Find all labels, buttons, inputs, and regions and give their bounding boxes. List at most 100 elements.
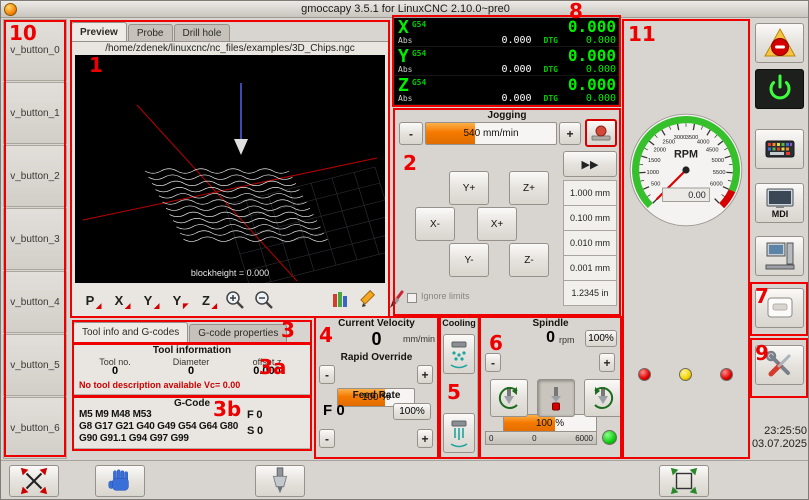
- power-icon: [763, 72, 797, 106]
- flood-coolant-button[interactable]: [443, 413, 475, 453]
- dro-axis-z[interactable]: ZG540.000 Abs0.000DTG0.000: [393, 76, 621, 105]
- machine-setup-button[interactable]: [755, 236, 804, 276]
- jog-rapid-button[interactable]: ▶▶: [563, 151, 617, 177]
- rapid-plus-button[interactable]: +: [417, 365, 433, 384]
- spindle-stop-button[interactable]: [537, 379, 575, 417]
- svg-text:6000: 6000: [710, 181, 723, 187]
- jog-z-minus-button[interactable]: Z-: [509, 243, 549, 277]
- feed-rate-title: Feed Rate: [315, 390, 438, 401]
- velocity-unit-label: mm/min: [393, 334, 435, 344]
- rapid-minus-button[interactable]: -: [319, 365, 335, 384]
- hand-icon: [105, 466, 135, 496]
- cooling-title: Cooling: [438, 318, 480, 328]
- spindle-at-speed-led: [602, 430, 617, 445]
- dro-axis-y[interactable]: YG540.000 Abs0.000DTG0.000: [393, 47, 621, 76]
- v-button-2[interactable]: v_button_2: [3, 145, 67, 207]
- dro-axis-x[interactable]: XG540.000 Abs0.000DTG0.000: [393, 18, 621, 47]
- spindle-percent-button[interactable]: 100%: [585, 330, 617, 347]
- settings-tools-button[interactable]: [755, 345, 804, 385]
- blockheight-label: blockheight = 0.000: [191, 268, 269, 278]
- v-button-6[interactable]: v_button_6: [3, 397, 67, 459]
- jog-y-plus-button[interactable]: Y+: [449, 171, 489, 205]
- view-perspective-button[interactable]: P◢: [77, 287, 103, 313]
- v-button-0[interactable]: v_button_0: [3, 19, 67, 81]
- svg-text:4500: 4500: [706, 147, 719, 153]
- spindle-ccw-button[interactable]: [490, 379, 528, 417]
- jog-increment-4[interactable]: 1.2345 in: [563, 280, 617, 306]
- view-arrow-icon: ◢: [125, 302, 130, 310]
- title-bar[interactable]: gmoccapy 3.5.1 for LinuxCNC 2.10.0~pre0: [1, 1, 809, 18]
- mist-coolant-icon: [448, 339, 470, 369]
- feed-minus-button[interactable]: -: [319, 429, 335, 448]
- gauge-rpm-label: RPM: [674, 148, 698, 160]
- gcode-line-1: G8 G17 G21 G40 G49 G54 G64 G80: [79, 421, 238, 432]
- tool-holder-button[interactable]: [255, 465, 305, 497]
- tab-drill-hole[interactable]: Drill hole: [174, 24, 231, 42]
- ignore-limits-checkbox[interactable]: [407, 293, 417, 303]
- spindle-override-value: 100 %: [504, 415, 596, 432]
- zoom-in-button[interactable]: [222, 287, 248, 313]
- view-y-button[interactable]: Y◢: [135, 287, 161, 313]
- mdi-button[interactable]: MDI: [755, 183, 804, 223]
- svg-text:5000: 5000: [711, 158, 724, 164]
- svg-text:5500: 5500: [713, 170, 726, 176]
- mist-coolant-button[interactable]: [443, 334, 475, 374]
- jog-z-plus-button[interactable]: Z+: [509, 171, 549, 205]
- jog-speed-plus-button[interactable]: +: [559, 122, 581, 145]
- zoom-out-button[interactable]: [251, 287, 277, 313]
- v-button-5[interactable]: v_button_5: [3, 334, 67, 396]
- jog-increment-1[interactable]: 0.100 mm: [563, 205, 617, 231]
- view-z-button[interactable]: Z◢: [193, 287, 219, 313]
- zoom-in-icon: [224, 289, 246, 311]
- axis-move-button[interactable]: [9, 465, 59, 497]
- spindle-minus-button[interactable]: -: [485, 353, 501, 372]
- tab-preview[interactable]: Preview: [71, 22, 127, 42]
- feed-percent-button[interactable]: 100%: [393, 403, 431, 420]
- rpm-gauge: 5001000150020002500300035004000450050005…: [623, 107, 749, 233]
- jog-speed-toggle-button[interactable]: [585, 119, 617, 147]
- tab-tool-info[interactable]: Tool info and G-codes: [73, 322, 188, 342]
- v-button-4[interactable]: v_button_4: [3, 271, 67, 333]
- tool-info-title: Tool information: [73, 345, 311, 356]
- view-x-button[interactable]: X◢: [106, 287, 132, 313]
- jog-speed-minus-button[interactable]: -: [399, 122, 423, 145]
- status-led-middle: [679, 368, 692, 381]
- spindle-cw-button[interactable]: [584, 379, 622, 417]
- fullscreen-button[interactable]: [659, 465, 709, 497]
- jog-y-minus-button[interactable]: Y-: [449, 243, 489, 277]
- power-button[interactable]: [755, 69, 804, 109]
- manual-hand-button[interactable]: [95, 465, 145, 497]
- dimensions-button[interactable]: [356, 287, 382, 313]
- clear-plot-button[interactable]: [327, 287, 353, 313]
- tab-probe[interactable]: Probe: [128, 24, 173, 42]
- jog-x-plus-button[interactable]: X+: [477, 207, 517, 241]
- tool-panel-button[interactable]: [755, 288, 804, 328]
- spindle-plus-button[interactable]: +: [599, 353, 615, 372]
- tab-gcode-properties[interactable]: G-code properties: [189, 324, 287, 342]
- tool-notebook-tabbar: Tool info and G-codes G-code properties: [73, 322, 287, 342]
- jog-speed-slider[interactable]: 540 mm/min: [425, 122, 557, 145]
- jog-x-minus-button[interactable]: X-: [415, 207, 455, 241]
- spindle-rpm-unit: rpm: [559, 335, 575, 345]
- emergency-stop-button[interactable]: [755, 23, 804, 63]
- gcode-file-path: /home/zdenek/linuxcnc/nc_files/examples/…: [73, 43, 387, 54]
- gcode-feed-label: F 0: [247, 409, 262, 421]
- view-y2-button[interactable]: Y◤: [164, 287, 190, 313]
- gcode-speed-label: S 0: [247, 425, 263, 437]
- preview-canvas[interactable]: blockheight = 0.000: [75, 55, 385, 283]
- keyboard-icon: [763, 132, 797, 166]
- tool-panel-icon: [763, 291, 797, 325]
- preview-tabbar: Preview Probe Drill hole: [71, 22, 230, 42]
- v-button-3[interactable]: v_button_3: [3, 208, 67, 270]
- jog-increment-0[interactable]: 1.000 mm: [563, 180, 617, 206]
- v-button-1[interactable]: v_button_1: [3, 82, 67, 144]
- spindle-ccw-icon: [494, 383, 524, 413]
- jog-increment-3[interactable]: 0.001 mm: [563, 255, 617, 281]
- spindle-stop-icon: [541, 383, 571, 413]
- virtual-keyboard-button[interactable]: [755, 129, 804, 169]
- feed-plus-button[interactable]: +: [417, 429, 433, 448]
- tool-warning-label: No tool description available Vc= 0.00: [79, 380, 309, 390]
- jog-increment-2[interactable]: 0.010 mm: [563, 230, 617, 256]
- app-icon: [4, 3, 17, 16]
- view-arrow-icon: ◤: [183, 302, 188, 310]
